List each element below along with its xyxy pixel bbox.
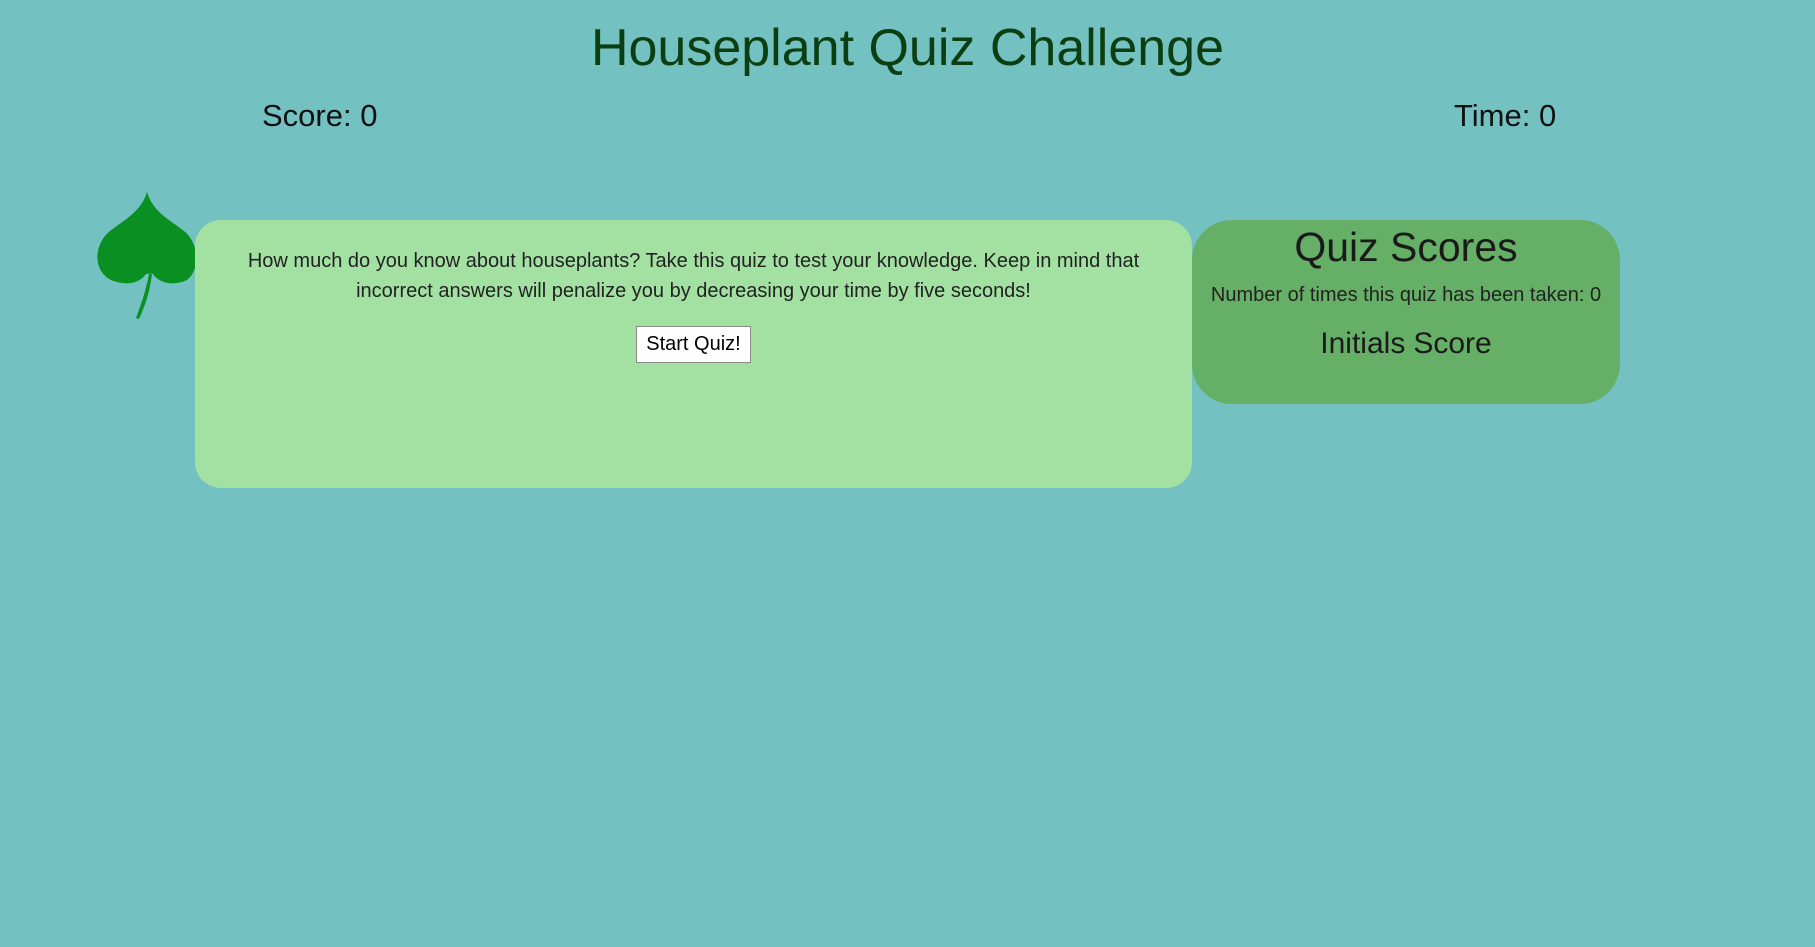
time-display: Time: 0 bbox=[1454, 98, 1557, 133]
times-taken-text: Number of times this quiz has been taken… bbox=[1210, 284, 1602, 306]
scores-table-header: Initials Score bbox=[1192, 326, 1620, 362]
quiz-card: How much do you know about houseplants? … bbox=[195, 220, 1192, 488]
scores-card: Quiz Scores Number of times this quiz ha… bbox=[1192, 220, 1620, 404]
scores-heading: Quiz Scores bbox=[1294, 224, 1518, 270]
score-display: Score: 0 bbox=[262, 98, 378, 133]
intro-text: How much do you know about houseplants? … bbox=[247, 250, 1140, 302]
score-column-header: Score bbox=[1413, 327, 1492, 360]
initials-column-header: Initials bbox=[1320, 327, 1406, 360]
start-quiz-button[interactable]: Start Quiz! bbox=[636, 326, 751, 363]
leaf-icon bbox=[97, 192, 197, 319]
page-title: Houseplant Quiz Challenge bbox=[590, 19, 1225, 77]
